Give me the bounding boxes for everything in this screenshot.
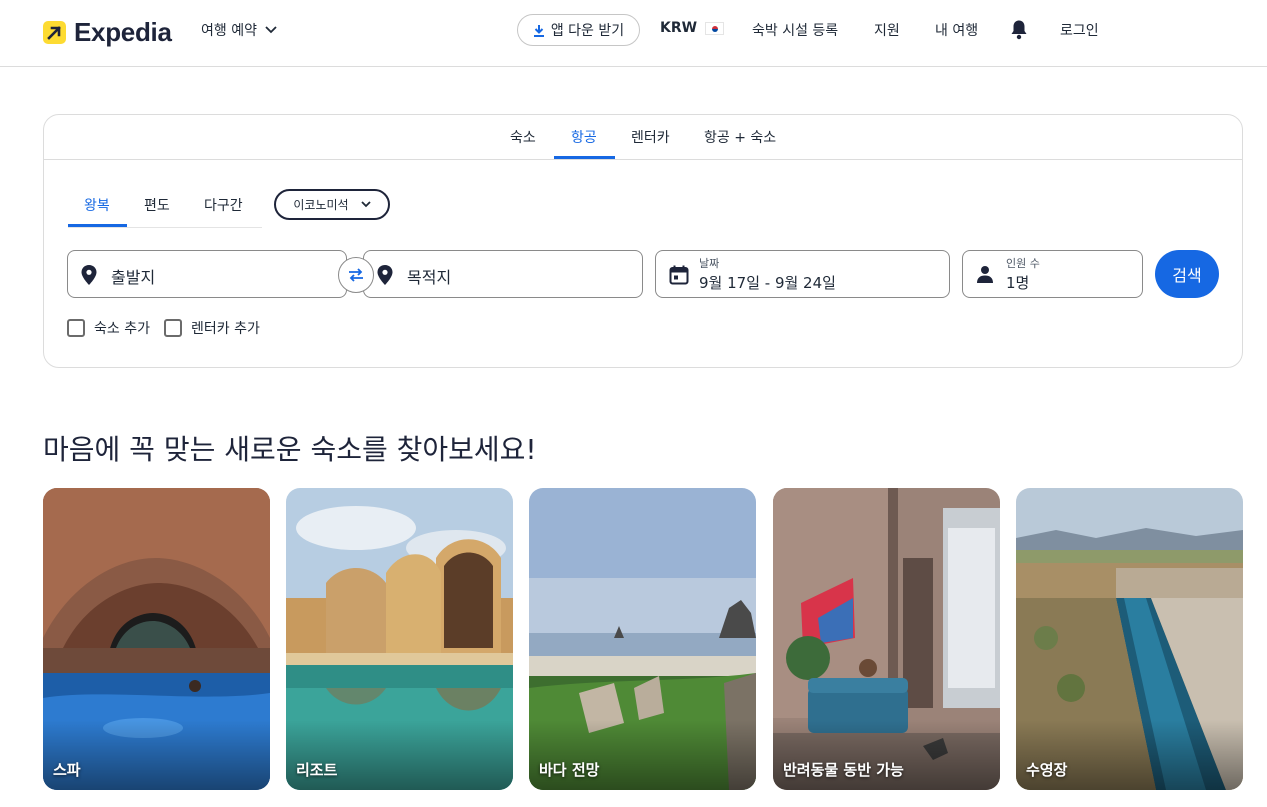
trip-type-roundtrip[interactable]: 왕복	[84, 195, 110, 215]
chevron-down-icon	[265, 26, 277, 34]
login-label: 로그인	[1060, 23, 1099, 39]
origin-placeholder: 출발지	[111, 268, 156, 287]
tile-label: 바다 전망	[539, 761, 600, 779]
calendar-icon	[669, 265, 689, 285]
expedia-logo[interactable]: Expedia	[43, 17, 172, 48]
location-pin-icon	[81, 265, 97, 285]
my-trips-link[interactable]: 내 여행	[935, 20, 978, 40]
add-car-checkbox-box[interactable]	[164, 319, 182, 337]
category-tile-pool[interactable]: 수영장	[1016, 488, 1243, 790]
support-link[interactable]: 지원	[874, 20, 900, 40]
search-form-card: 숙소 항공 렌터카 항공 + 숙소 왕복 편도 다구간 이코노미석 출발지 목적…	[43, 114, 1243, 368]
korea-flag-icon	[705, 21, 725, 35]
add-stay-label: 숙소 추가	[94, 321, 150, 337]
destination-field[interactable]: 목적지	[363, 250, 643, 298]
product-tabs: 숙소 항공 렌터카 항공 + 숙소	[44, 115, 1242, 160]
tile-label: 반려동물 동반 가능	[783, 761, 904, 779]
category-tile-pet-friendly[interactable]: 반려동물 동반 가능	[773, 488, 1000, 790]
currency-selector[interactable]: KRW	[660, 20, 725, 36]
discover-section-title: 마음에 꼭 맞는 새로운 숙소를 찾아보세요!	[43, 433, 537, 466]
cabin-class-value: 이코노미석	[293, 198, 349, 212]
currency-label: KRW	[660, 20, 698, 36]
tile-label: 스파	[53, 761, 81, 779]
category-tile-ocean-view[interactable]: 바다 전망	[529, 488, 756, 790]
cabin-class-select[interactable]: 이코노미석	[274, 189, 390, 220]
swap-arrows-icon	[349, 268, 363, 282]
active-trip-type-indicator	[68, 224, 127, 227]
add-car-checkbox[interactable]: 렌터카 추가	[164, 318, 260, 338]
tab-flight-hotel[interactable]: 항공 + 숙소	[704, 127, 776, 147]
trip-type-oneway[interactable]: 편도	[144, 195, 170, 215]
travelers-value: 1명	[1006, 274, 1030, 292]
dates-field[interactable]: 날짜 9월 17일 - 9월 24일	[655, 250, 950, 298]
destination-placeholder: 목적지	[407, 268, 452, 287]
trip-type-multicity[interactable]: 다구간	[204, 195, 243, 215]
list-property-label: 숙박 시설 등록	[752, 23, 839, 39]
tab-cars[interactable]: 렌터카	[631, 127, 670, 147]
notifications-bell-icon[interactable]	[1009, 19, 1029, 44]
logo-text: Expedia	[74, 17, 172, 47]
add-stay-checkbox-box[interactable]	[67, 319, 85, 337]
my-trips-label: 내 여행	[935, 23, 979, 39]
person-icon	[977, 266, 993, 283]
search-button[interactable]: 검색	[1155, 250, 1219, 298]
tab-stays[interactable]: 숙소	[510, 127, 536, 147]
origin-field[interactable]: 출발지	[67, 250, 347, 298]
tab-flights[interactable]: 항공	[571, 127, 597, 147]
active-tab-indicator	[554, 156, 615, 159]
category-tile-resort[interactable]: 리조트	[286, 488, 513, 790]
book-travel-menu[interactable]: 여행 예약	[201, 20, 277, 40]
swap-locations-button[interactable]	[338, 257, 374, 293]
add-stay-checkbox[interactable]: 숙소 추가	[67, 318, 150, 338]
download-app-label: 앱 다운 받기	[550, 23, 625, 39]
support-label: 지원	[874, 23, 900, 39]
category-tile-spa[interactable]: 스파	[43, 488, 270, 790]
trip-type-tabs: 왕복 편도 다구간	[68, 183, 262, 228]
search-button-label: 검색	[1172, 266, 1202, 285]
tile-label: 수영장	[1026, 761, 1068, 779]
download-app-button[interactable]: 앱 다운 받기	[517, 14, 640, 46]
tile-label: 리조트	[296, 761, 338, 779]
add-car-label: 렌터카 추가	[191, 321, 260, 337]
expedia-logo-icon	[43, 21, 66, 44]
list-property-link[interactable]: 숙박 시설 등록	[752, 20, 838, 40]
travelers-field[interactable]: 인원 수 1명	[962, 250, 1143, 298]
chevron-down-icon	[360, 201, 371, 208]
top-header: Expedia 여행 예약 앱 다운 받기 KRW 숙박 시설 등록 지원 내 …	[0, 0, 1267, 67]
login-link[interactable]: 로그인	[1060, 20, 1099, 40]
location-pin-icon	[377, 265, 393, 285]
dates-label: 날짜	[699, 257, 720, 270]
download-icon	[533, 24, 544, 37]
dates-value: 9월 17일 - 9월 24일	[699, 274, 836, 292]
book-travel-label: 여행 예약	[201, 23, 257, 39]
travelers-label: 인원 수	[1006, 257, 1040, 270]
